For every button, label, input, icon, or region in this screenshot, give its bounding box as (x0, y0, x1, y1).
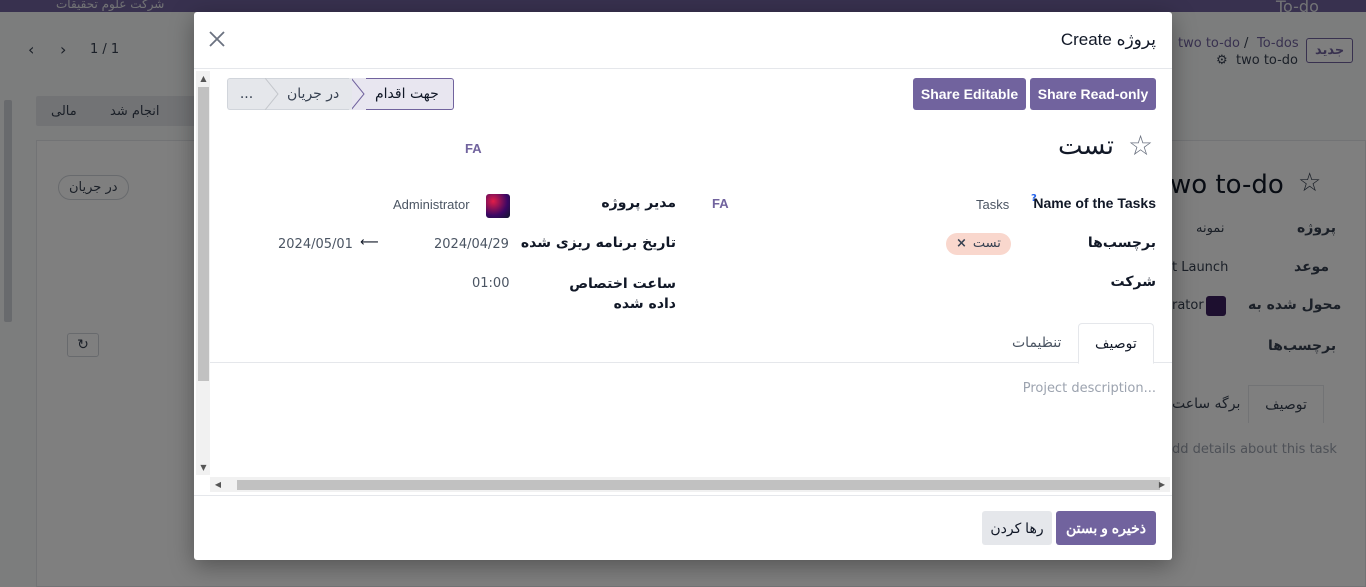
scroll-right-icon[interactable]: ▶ (1157, 479, 1167, 490)
stage-active[interactable]: جهت اقدام (349, 78, 454, 110)
dialog-header: Create پروژه (194, 12, 1172, 69)
discard-button[interactable]: رها کردن (982, 511, 1052, 545)
dialog-title: Create پروژه (1060, 30, 1156, 49)
stage-more-button[interactable]: ... (227, 78, 265, 110)
stage-in-progress[interactable]: در جریان (265, 78, 351, 110)
close-icon[interactable] (206, 28, 228, 50)
star-icon[interactable]: ☆ (1128, 129, 1153, 162)
dialog-footer: ذخیره و بستن رها کردن (194, 495, 1172, 560)
tag-label: تست (972, 236, 1001, 251)
project-manager-input[interactable]: Administrator (393, 197, 470, 212)
tag-badge: × تست (946, 233, 1011, 255)
project-description-input[interactable]: Project description... (556, 381, 1156, 396)
name-of-tasks-input[interactable]: Tasks (976, 197, 1009, 212)
project-name-language-badge[interactable]: FA (465, 141, 482, 156)
project-name-input[interactable]: تست (1058, 131, 1114, 161)
horizontal-scroll-thumb[interactable] (237, 480, 1160, 490)
name-of-tasks-language-badge[interactable]: FA (712, 196, 729, 211)
planned-date-start-input[interactable]: 2024/04/29 (434, 237, 509, 252)
avatar (486, 194, 510, 218)
save-and-close-button[interactable]: ذخیره و بستن (1056, 511, 1156, 545)
stage-bar: ... در جریان جهت اقدام (227, 78, 454, 110)
notebook-tabs: توصیف تنظیمات (210, 323, 1172, 364)
planned-date-end-input[interactable]: 2024/05/01 (278, 237, 353, 252)
scroll-down-icon[interactable]: ▼ (199, 463, 208, 472)
stage-in-progress-label: در جریان (287, 86, 340, 102)
create-project-dialog: Create پروژه ▲ ▼ ◀ ▶ Share Read-only Sha… (194, 12, 1172, 560)
scroll-left-icon[interactable]: ◀ (213, 479, 223, 490)
share-editable-button[interactable]: Share Editable (913, 78, 1026, 110)
stage-active-label: جهت اقدام (375, 86, 439, 102)
vertical-scroll-thumb[interactable] (198, 87, 209, 381)
dialog-body: ▲ ▼ ◀ ▶ Share Read-only Share Editable .… (194, 69, 1172, 495)
vertical-scrollbar[interactable]: ▲ ▼ (196, 71, 210, 475)
tab-settings[interactable]: تنظیمات (996, 323, 1077, 363)
date-range-arrow-icon: ⟵ (360, 235, 379, 250)
planned-date-label: تاریخ برنامه ریزی شده (520, 235, 676, 251)
share-read-only-button[interactable]: Share Read-only (1030, 78, 1156, 110)
company-label: شرکت (1110, 274, 1156, 290)
name-of-tasks-label: Name of the Tasks (1033, 195, 1156, 211)
horizontal-scrollbar[interactable]: ◀ ▶ (210, 477, 1170, 492)
allocated-hours-label: ساعت اختصاص داده شده (569, 276, 676, 312)
remove-tag-icon[interactable]: × (956, 236, 967, 251)
tab-description[interactable]: توصیف (1078, 323, 1154, 364)
tags-label: برچسب‌ها (1087, 235, 1156, 251)
allocated-hours-input[interactable]: 01:00 (472, 276, 509, 291)
project-manager-label: مدیر پروژه (601, 195, 676, 211)
scroll-up-icon[interactable]: ▲ (199, 74, 208, 83)
